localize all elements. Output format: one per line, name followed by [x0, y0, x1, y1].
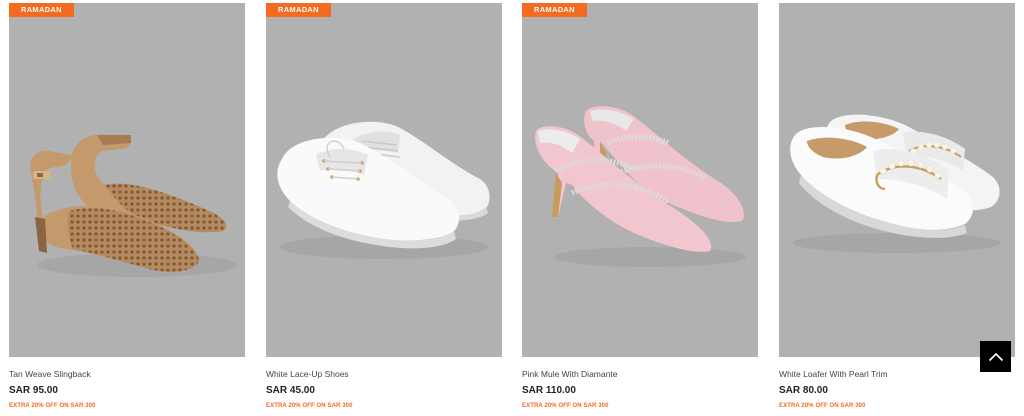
white-loafer-image [790, 114, 1001, 253]
product-name[interactable]: White Loafer With Pearl Trim [779, 369, 888, 379]
promo-text: EXTRA 20% OFF ON SAR 300 [9, 403, 96, 409]
product-price: SAR 45.00 [266, 385, 315, 396]
product-card[interactable]: RAMADAN Tan Weave Slingback SAR 95.00 EX… [9, 0, 245, 416]
product-card[interactable]: RAMADAN White Lace-Up Shoes SAR 45.00 EX… [266, 0, 502, 416]
chevron-up-icon [988, 352, 1003, 361]
product-price: SAR 95.00 [9, 385, 58, 396]
product-name[interactable]: White Lace-Up Shoes [266, 369, 349, 379]
ramadan-badge: RAMADAN [266, 3, 331, 17]
product-image-link[interactable]: RAMADAN [522, 3, 758, 357]
scroll-to-top-button[interactable] [980, 341, 1011, 372]
pink-mule-image [535, 106, 746, 267]
product-price: SAR 110.00 [522, 385, 576, 396]
product-image-link[interactable]: RAMADAN [266, 3, 502, 357]
promo-text: EXTRA 20% OFF ON SAR 300 [779, 403, 866, 409]
product-price: SAR 80.00 [779, 385, 828, 396]
white-lace-up-shoes-image [277, 121, 490, 259]
ramadan-badge: RAMADAN [522, 3, 587, 17]
product-name[interactable]: Pink Mule With Diamante [522, 369, 617, 379]
tan-weave-slingback-image [30, 135, 237, 277]
product-grid: RAMADAN Tan Weave Slingback SAR 95.00 EX… [0, 0, 1024, 416]
product-image-link[interactable]: RAMADAN [9, 3, 245, 357]
ramadan-badge: RAMADAN [9, 3, 74, 17]
promo-text: EXTRA 20% OFF ON SAR 300 [522, 403, 609, 409]
promo-text: EXTRA 20% OFF ON SAR 300 [266, 403, 353, 409]
product-image-link[interactable] [779, 3, 1015, 357]
product-card[interactable]: RAMADAN Pink Mule With Diamante SAR 110.… [522, 0, 758, 416]
product-name[interactable]: Tan Weave Slingback [9, 369, 91, 379]
